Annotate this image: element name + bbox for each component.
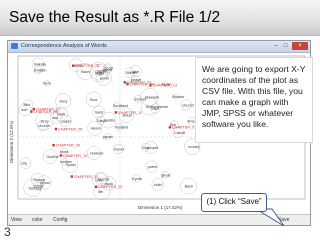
y-axis-label: Dimension 2 (12.0%) [9, 120, 14, 163]
word-label: Rolland [115, 125, 128, 129]
word-label: son [21, 108, 27, 112]
callout-click-save: (1) Click “Save” [201, 193, 267, 212]
chapter-marker [114, 111, 118, 114]
chapter-marker [30, 110, 33, 113]
chapter-marker [70, 175, 73, 178]
chapter-label: CHAPTER_07 [172, 126, 196, 130]
word-label: life [98, 190, 103, 194]
chapter-label: CHAPTER_06 [75, 64, 99, 68]
word-label: Scot [90, 98, 99, 102]
word-label: Scotland [113, 104, 128, 108]
word-label: story [41, 120, 49, 124]
word-label: love [96, 179, 103, 183]
word-label: English [34, 69, 46, 73]
word-label: friend [114, 148, 124, 152]
word-label: child [154, 183, 162, 187]
word-label: ghost [161, 173, 171, 177]
window-title: Correspondence Analysis of Words [21, 43, 107, 49]
word-label: Nakata [34, 62, 47, 66]
word-label: Welsh [126, 71, 136, 75]
slide-number: 3 [4, 225, 11, 239]
word-label: paper [62, 119, 72, 123]
maximize-button[interactable]: □ [281, 42, 290, 50]
chapter-marker [123, 81, 126, 84]
word-label: time [188, 120, 195, 124]
word-label: hand [95, 110, 103, 114]
word-label: city [21, 162, 27, 166]
chapter-marker [52, 144, 55, 147]
word-label: God [142, 146, 149, 150]
window-toolbar: View color Config Save [8, 214, 310, 225]
color-button[interactable]: color [32, 216, 43, 224]
chapter-label: CHAPTER_11 [74, 175, 98, 179]
word-label: Spain [66, 163, 76, 167]
word-label: Byron [40, 181, 50, 185]
word-label: Carroll [174, 131, 185, 135]
word-label: Boston [172, 95, 184, 99]
word-label: Maxwell [145, 96, 159, 100]
word-label: church [182, 103, 193, 107]
chapter-label: CHAPTER_10 [63, 154, 87, 158]
chapter-label: CHAPTER_02 [98, 185, 122, 189]
chapter-marker [126, 82, 129, 86]
word-label: war [52, 116, 59, 120]
word-label: Goethe [46, 155, 58, 159]
chapter-marker [94, 185, 98, 188]
chapter-marker [168, 126, 172, 129]
chapter-marker [54, 127, 58, 131]
word-label: money [188, 145, 199, 149]
word-label: story [59, 100, 67, 104]
word-label: Holland [90, 151, 103, 155]
minimize-button[interactable]: – [271, 42, 280, 50]
chapter-label: CHAPTER_12 [118, 111, 142, 115]
chapter-marker [149, 84, 152, 87]
window-titlebar[interactable]: Correspondence Analysis of Words – □ × [8, 41, 310, 53]
save-button[interactable]: Save [278, 216, 289, 224]
word-label: Hearn [91, 127, 101, 131]
close-button[interactable]: × [292, 42, 308, 50]
slide-title: Save the Result as *.R File 1/2 [0, 0, 320, 36]
word-label: Tokyo [97, 119, 107, 123]
word-label: japan [102, 135, 112, 139]
word-label: chapter [95, 70, 108, 74]
app-icon [11, 43, 18, 49]
word-label: Bach [81, 70, 90, 74]
config-button[interactable]: Config [53, 216, 67, 224]
chapter-marker [59, 154, 63, 157]
word-label: Swift [57, 113, 66, 117]
chapter-label: CHAPTER_05 [58, 127, 82, 131]
word-label: poem [148, 165, 158, 169]
chapter-marker [72, 64, 75, 67]
chapter-label: CHAPTER_08 [33, 110, 57, 114]
word-label: form [43, 82, 51, 86]
word-label: church [39, 124, 50, 128]
word-label: Shakespeare [146, 105, 168, 109]
chapter-label: CHAPTER_09 [56, 144, 80, 148]
x-axis-label: Dimension 1 (17.42%) [138, 205, 183, 210]
word-label: Bach [185, 185, 194, 189]
info-text-box: We are going to export X-Y coordinates o… [195, 57, 313, 143]
word-label: Kyoto [132, 177, 142, 181]
view-button[interactable]: View [11, 216, 22, 224]
word-label: Ireland [134, 97, 146, 101]
chapter-label: CHAPTER_13 [153, 84, 177, 88]
